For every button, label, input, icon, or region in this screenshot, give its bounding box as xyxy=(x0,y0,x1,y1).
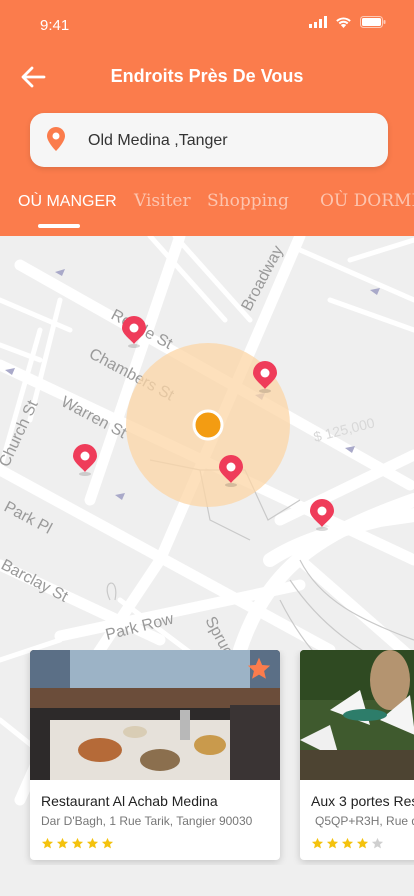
page-title: Endroits Près De Vous xyxy=(110,66,304,86)
favorite-star-icon[interactable] xyxy=(246,656,272,682)
active-tab-indicator xyxy=(38,224,80,228)
header: 9:41 Endroits Près De Vous Old Medina ,T… xyxy=(0,0,414,236)
star-icon xyxy=(341,837,354,849)
wifi-icon xyxy=(336,17,351,28)
star-icon xyxy=(356,837,369,849)
tab-visiter[interactable]: Visiter xyxy=(134,191,191,211)
star-icon xyxy=(326,837,339,849)
search-bar[interactable] xyxy=(30,113,388,167)
star-icon xyxy=(86,837,99,849)
place-name: Aux 3 portes Restaurant xyxy=(311,793,414,809)
star-empty-icon xyxy=(371,837,384,849)
place-photo xyxy=(30,650,280,780)
star-icon xyxy=(41,837,54,849)
rating-stars xyxy=(311,837,384,850)
tab-ou-manger[interactable]: OÙ MANGER xyxy=(18,193,117,211)
tab-ou-dormir[interactable]: OÙ DORMIR xyxy=(320,191,414,211)
place-address: Q5QP+R3H, Rue de la Kasbah xyxy=(315,814,414,828)
star-icon xyxy=(56,837,69,849)
star-icon xyxy=(101,837,114,849)
place-address: Dar D'Bagh, 1 Rue Tarik, Tangier 90030 xyxy=(41,814,253,828)
battery-icon xyxy=(360,16,386,28)
place-card[interactable]: Restaurant Al Achab Medina Dar D'Bagh, 1… xyxy=(30,650,280,860)
places-carousel[interactable]: Restaurant Al Achab Medina Dar D'Bagh, 1… xyxy=(0,650,414,865)
search-input[interactable] xyxy=(86,127,370,155)
location-pin-icon xyxy=(47,127,65,151)
signal-icon xyxy=(309,16,327,28)
status-bar: 9:41 xyxy=(0,0,414,50)
rating-stars xyxy=(41,837,114,850)
current-location-icon xyxy=(192,409,224,441)
place-name: Restaurant Al Achab Medina xyxy=(41,793,218,809)
status-time: 9:41 xyxy=(40,17,70,34)
tab-shopping[interactable]: Shopping xyxy=(207,191,289,211)
category-tabs: OÙ MANGER Visiter Shopping OÙ DORMIR xyxy=(0,188,414,236)
star-icon xyxy=(71,837,84,849)
place-photo xyxy=(300,650,414,780)
star-icon xyxy=(311,837,324,849)
place-card[interactable]: Aux 3 portes Restaurant Q5QP+R3H, Rue de… xyxy=(300,650,414,860)
